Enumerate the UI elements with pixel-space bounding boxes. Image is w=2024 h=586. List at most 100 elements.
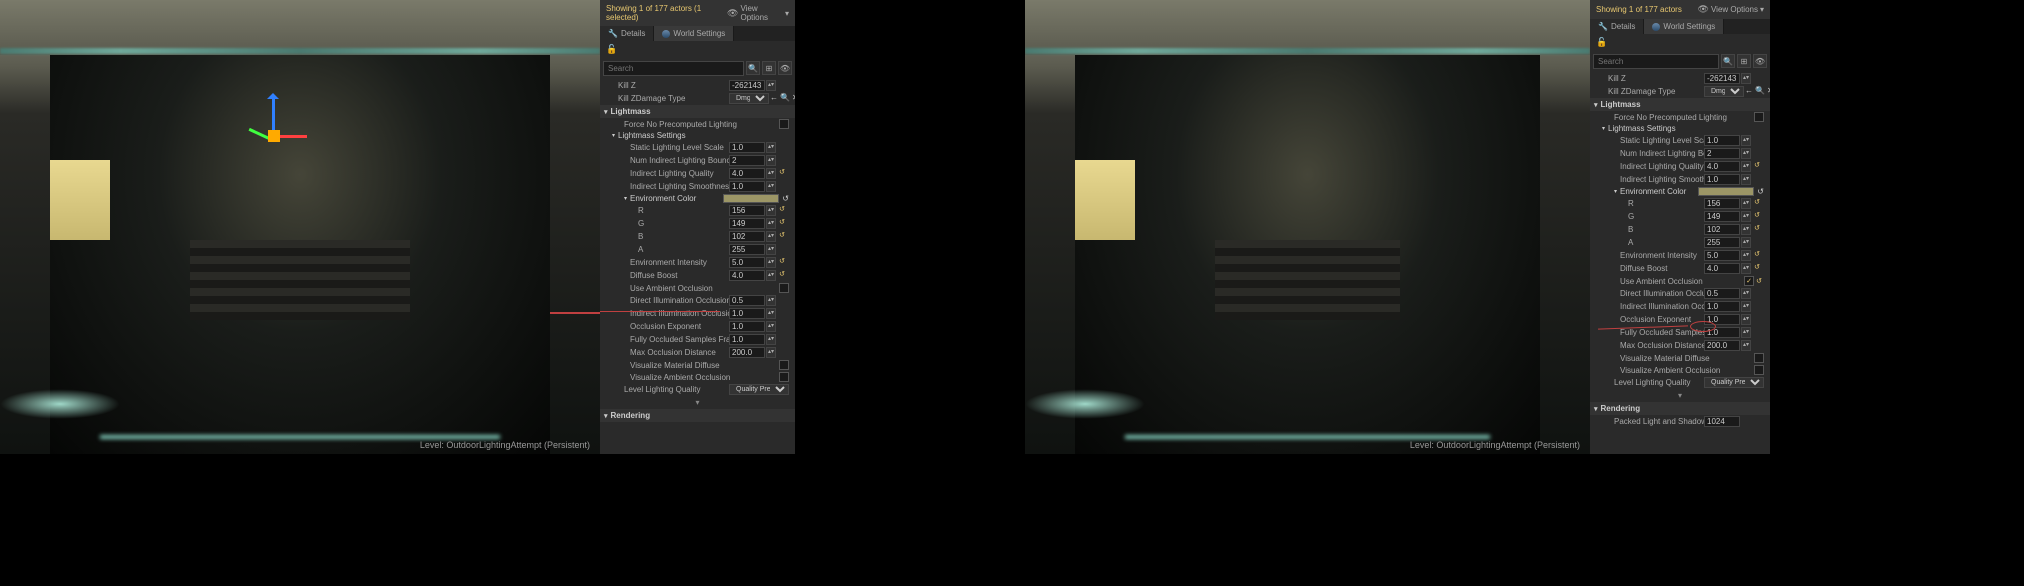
color-swatch[interactable]: [723, 194, 779, 203]
smooth-input[interactable]: [729, 181, 765, 192]
clear-icon[interactable]: ✕: [1767, 86, 1770, 97]
static-scale-input[interactable]: [1704, 135, 1740, 146]
lightmass-section[interactable]: Lightmass: [600, 105, 795, 118]
diffuse-input[interactable]: [729, 270, 765, 281]
g-input[interactable]: [729, 218, 765, 229]
r-input[interactable]: [1704, 198, 1740, 209]
ceiling: [0, 0, 600, 55]
use-ao-checkbox[interactable]: [779, 283, 789, 293]
killz-input[interactable]: [729, 80, 765, 91]
expand-arrow[interactable]: ▾: [1590, 389, 1770, 402]
spinner[interactable]: ▴▾: [766, 80, 776, 91]
eye-button[interactable]: 👁: [778, 61, 792, 75]
viz-ao-checkbox[interactable]: [779, 372, 789, 382]
filter-button[interactable]: ⊞: [762, 61, 776, 75]
b-input[interactable]: [729, 231, 765, 242]
transform-gizmo[interactable]: [260, 95, 275, 135]
static-scale-input[interactable]: [729, 142, 765, 153]
ind-ao-input[interactable]: [729, 308, 765, 319]
reset-icon[interactable]: ↺: [777, 168, 787, 179]
killz-type-label: Kill ZDamage Type: [606, 94, 729, 103]
stairs: [1215, 240, 1400, 320]
killz-input[interactable]: [1704, 73, 1740, 84]
find-icon[interactable]: 🔍: [1755, 86, 1765, 97]
g-input[interactable]: [1704, 211, 1740, 222]
killz-type-select[interactable]: Dmg: [729, 93, 769, 104]
bounces-input[interactable]: [729, 155, 765, 166]
search-icon[interactable]: 🔍: [746, 61, 760, 75]
quality-input[interactable]: [1704, 161, 1740, 172]
filter-button[interactable]: ⊞: [1737, 54, 1751, 68]
glow-strip: [0, 48, 600, 54]
search-icon[interactable]: 🔍: [1721, 54, 1735, 68]
view-options-button[interactable]: 👁View Options▾: [727, 4, 789, 22]
bounces-input[interactable]: [1704, 148, 1740, 159]
dir-ao-input[interactable]: [1704, 288, 1740, 299]
b-input[interactable]: [1704, 224, 1740, 235]
ind-ao-input[interactable]: [1704, 301, 1740, 312]
browse-icon[interactable]: ←: [770, 93, 778, 104]
tab-world-settings[interactable]: World Settings: [654, 26, 734, 41]
find-icon[interactable]: 🔍: [780, 93, 790, 104]
viz-mat-checkbox[interactable]: [1754, 353, 1764, 363]
level-status: Level: OutdoorLightingAttempt (Persisten…: [420, 440, 590, 450]
fully-occ-input[interactable]: [729, 334, 765, 345]
dir-ao-input[interactable]: [729, 295, 765, 306]
viz-ao-checkbox[interactable]: [1754, 365, 1764, 375]
force-no-checkbox[interactable]: [779, 119, 789, 129]
diffuse-input[interactable]: [1704, 263, 1740, 274]
glow-strip: [1025, 48, 1590, 54]
smooth-label: Indirect Lighting Smoothness: [606, 182, 729, 191]
gizmo-center[interactable]: [268, 130, 280, 142]
tab-details[interactable]: 🔧Details: [600, 26, 654, 41]
smooth-input[interactable]: [1704, 174, 1740, 185]
max-occ-input[interactable]: [1704, 340, 1740, 351]
window-light: [50, 160, 110, 240]
occ-exp-input[interactable]: [729, 321, 765, 332]
floor-glow: [100, 435, 500, 439]
rendering-section[interactable]: Rendering: [1590, 402, 1770, 415]
reset-icon[interactable]: ↺: [782, 194, 789, 203]
inspector-right: Showing 1 of 177 actors 👁View Options▾ 🔧…: [1590, 0, 1770, 454]
rendering-section[interactable]: Rendering: [600, 409, 795, 422]
packed-input[interactable]: [1704, 416, 1740, 427]
quality-input[interactable]: [729, 168, 765, 179]
level-q-select[interactable]: Quality Preview: [729, 384, 789, 395]
max-occ-input[interactable]: [729, 347, 765, 358]
tab-details[interactable]: 🔧Details: [1590, 19, 1644, 34]
lightmass-settings-header[interactable]: Lightmass Settings: [600, 130, 795, 141]
globe-icon: [662, 30, 670, 38]
env-color-header[interactable]: Environment Color↺: [600, 193, 795, 204]
lightmass-settings-header[interactable]: Lightmass Settings: [1590, 123, 1770, 134]
env-int-input[interactable]: [729, 257, 765, 268]
quality-label: Indirect Lighting Quality: [606, 169, 729, 178]
lock-icon[interactable]: 🔓: [606, 44, 617, 55]
viewport-right[interactable]: Level: OutdoorLightingAttempt (Persisten…: [1025, 0, 1590, 454]
a-input[interactable]: [1704, 237, 1740, 248]
globe-icon: [1652, 23, 1660, 31]
search-input[interactable]: [603, 61, 744, 76]
a-input[interactable]: [729, 244, 765, 255]
browse-icon[interactable]: ←: [1745, 86, 1753, 97]
tab-world-settings[interactable]: World Settings: [1644, 19, 1724, 34]
env-int-input[interactable]: [1704, 250, 1740, 261]
lightmass-section[interactable]: Lightmass: [1590, 98, 1770, 111]
gizmo-z-axis[interactable]: [272, 95, 275, 135]
eye-icon: 👁: [727, 8, 738, 19]
lock-icon[interactable]: 🔓: [1596, 37, 1607, 48]
killz-type-select[interactable]: Dmg: [1704, 86, 1744, 97]
color-swatch[interactable]: [1698, 187, 1754, 196]
r-input[interactable]: [729, 205, 765, 216]
view-options-button[interactable]: 👁View Options▾: [1698, 4, 1764, 15]
expand-arrow[interactable]: ▾: [600, 396, 795, 409]
eye-button[interactable]: 👁: [1753, 54, 1767, 68]
viz-mat-checkbox[interactable]: [779, 360, 789, 370]
search-input[interactable]: [1593, 54, 1719, 69]
env-color-header[interactable]: Environment Color↺: [1590, 186, 1770, 197]
use-ao-checkbox[interactable]: ✓: [1744, 276, 1754, 286]
floor-glow: [1125, 435, 1490, 439]
force-no-checkbox[interactable]: [1754, 112, 1764, 122]
level-q-select[interactable]: Quality Preview: [1704, 377, 1764, 388]
viewport-left[interactable]: Level: OutdoorLightingAttempt (Persisten…: [0, 0, 600, 454]
clear-icon[interactable]: ✕: [792, 93, 795, 104]
